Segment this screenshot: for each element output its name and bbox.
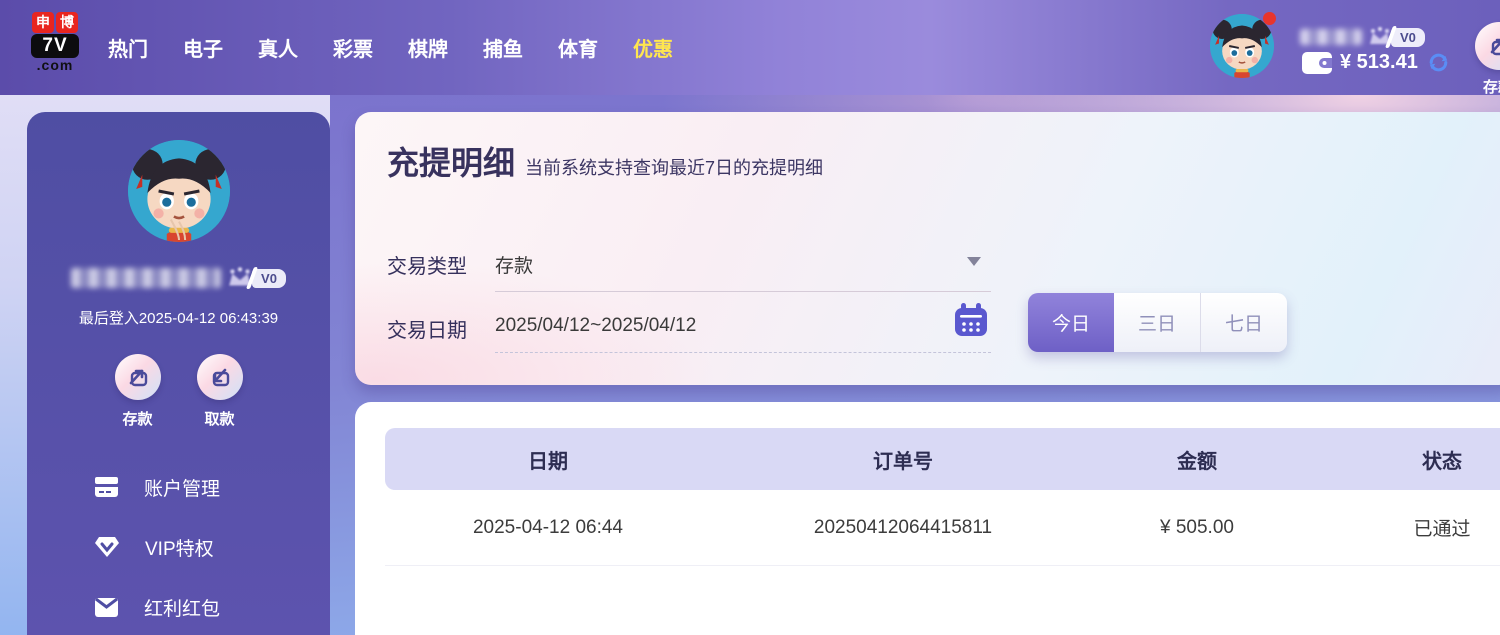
- cell-status: 已通过: [1299, 514, 1500, 541]
- nav-item-promo[interactable]: 优惠: [633, 33, 673, 62]
- vip-badge: V0: [1367, 26, 1425, 48]
- table-header-row: 日期 订单号 金额 状态: [385, 428, 1500, 490]
- table-row[interactable]: 2025-04-12 06:44 20250412064415811 ¥ 505…: [385, 490, 1500, 566]
- header-user-row: V0: [1300, 26, 1425, 48]
- transaction-date-input[interactable]: 2025/04/12~2025/04/12: [495, 315, 696, 337]
- page-subtitle: 当前系统支持查询最近7日的充提明细: [525, 154, 823, 180]
- date-field-underline: [495, 352, 991, 353]
- vip-badge: V0: [226, 266, 286, 290]
- range-button-7days[interactable]: 七日: [1201, 293, 1287, 352]
- column-header-order-no: 订单号: [711, 445, 1095, 474]
- deposit-arrow-icon: [125, 364, 151, 390]
- vip-diamond-icon: [95, 536, 119, 558]
- sidebar-item-vip[interactable]: VIP特权: [95, 535, 330, 559]
- sidebar-quick-actions: 存款 取款: [27, 354, 330, 429]
- withdraw-arrow-icon: [207, 364, 233, 390]
- logo-char-1: 申: [32, 12, 54, 33]
- nav-item-slots[interactable]: 电子: [183, 33, 223, 62]
- sidebar-user-row: V0: [27, 266, 330, 290]
- withdraw-button[interactable]: 取款: [197, 354, 243, 429]
- notification-dot: [1263, 12, 1276, 25]
- nav-item-chess[interactable]: 棋牌: [408, 33, 448, 62]
- logo-com: .com: [27, 57, 83, 73]
- withdraw-circle-icon: [197, 354, 243, 400]
- date-range-button-group: 今日 三日 七日: [1028, 293, 1287, 352]
- quick-deposit-button[interactable]: 存款: [1475, 22, 1500, 97]
- deposit-label: 存款: [115, 408, 161, 429]
- page-title: 充提明细: [387, 138, 515, 184]
- avatar-illustration: [1210, 14, 1274, 78]
- cell-order-no: 20250412064415811: [711, 517, 1095, 539]
- nav-item-hot[interactable]: 热门: [108, 33, 148, 62]
- nav-item-live[interactable]: 真人: [258, 33, 298, 62]
- last-login-text: 最后登入2025-04-12 06:43:39: [27, 307, 330, 328]
- deposit-circle-icon: [115, 354, 161, 400]
- column-header-amount: 金额: [1095, 445, 1299, 474]
- chevron-down-icon[interactable]: [967, 257, 981, 266]
- transaction-type-label: 交易类型: [387, 250, 467, 279]
- top-navigation-bar: 申 博 7V .com 热门 电子 真人 彩票 棋牌 捕鱼 体育 优惠: [0, 0, 1500, 95]
- sidebar-avatar[interactable]: [128, 140, 230, 242]
- blurred-username: [71, 268, 221, 288]
- cell-date: 2025-04-12 06:44: [385, 517, 711, 539]
- cell-amount: ¥ 505.00: [1095, 517, 1299, 539]
- range-button-today[interactable]: 今日: [1028, 293, 1114, 352]
- main-nav: 热门 电子 真人 彩票 棋牌 捕鱼 体育 优惠: [108, 0, 673, 95]
- transaction-type-select[interactable]: 存款: [495, 251, 533, 278]
- nav-item-lottery[interactable]: 彩票: [333, 33, 373, 62]
- title-row: 充提明细 当前系统支持查询最近7日的充提明细: [387, 138, 823, 184]
- transaction-date-label: 交易日期: [387, 314, 467, 343]
- column-header-date: 日期: [385, 445, 711, 474]
- deposit-button[interactable]: 存款: [115, 354, 161, 429]
- balance-row: ¥ 513.41: [1302, 50, 1451, 75]
- type-field-underline: [495, 291, 991, 292]
- sidebar: V0 最后登入2025-04-12 06:43:39 存款: [27, 112, 330, 635]
- avatar[interactable]: [1210, 14, 1274, 78]
- quick-deposit-label: 存款: [1483, 76, 1500, 97]
- page: { "brand": { "logo_char1": "申", "logo_ch…: [0, 0, 1500, 635]
- range-button-3days[interactable]: 三日: [1114, 293, 1201, 352]
- vip-level-label: V0: [1391, 28, 1425, 47]
- logo-top-row: 申 博: [27, 12, 83, 33]
- withdraw-label: 取款: [197, 408, 243, 429]
- logo-char-2: 博: [56, 12, 78, 33]
- deposit-arrow-icon: [1486, 33, 1500, 59]
- sidebar-item-label: 账户管理: [144, 474, 220, 501]
- balance-amount: ¥ 513.41: [1340, 51, 1418, 74]
- calendar-icon[interactable]: [953, 302, 989, 338]
- nav-item-fishing[interactable]: 捕鱼: [483, 33, 523, 62]
- vip-level-label: V0: [252, 269, 286, 288]
- records-table-card: 日期 订单号 金额 状态 2025-04-12 06:44 2025041206…: [355, 402, 1500, 635]
- sidebar-item-account[interactable]: 账户管理: [95, 475, 330, 499]
- column-header-status: 状态: [1299, 445, 1500, 474]
- sidebar-menu: 账户管理 VIP特权 红利红包: [27, 475, 330, 619]
- sidebar-item-label: VIP特权: [145, 534, 214, 561]
- refresh-icon[interactable]: [1426, 50, 1451, 75]
- nav-item-sports[interactable]: 体育: [558, 33, 598, 62]
- avatar-illustration: [128, 140, 230, 242]
- sidebar-item-bonus[interactable]: 红利红包: [95, 595, 330, 619]
- red-packet-icon: [95, 598, 118, 617]
- logo-7v: 7V: [31, 34, 79, 58]
- bank-card-icon: [95, 477, 118, 497]
- sidebar-item-label: 红利红包: [144, 594, 220, 621]
- deposit-circle-icon: [1475, 22, 1500, 70]
- wallet-icon: [1302, 52, 1332, 74]
- filter-card: 充提明细 当前系统支持查询最近7日的充提明细 交易类型 存款 交易日期 2025…: [355, 112, 1500, 385]
- brand-logo[interactable]: 申 博 7V .com: [27, 12, 83, 73]
- blurred-username: [1300, 29, 1362, 45]
